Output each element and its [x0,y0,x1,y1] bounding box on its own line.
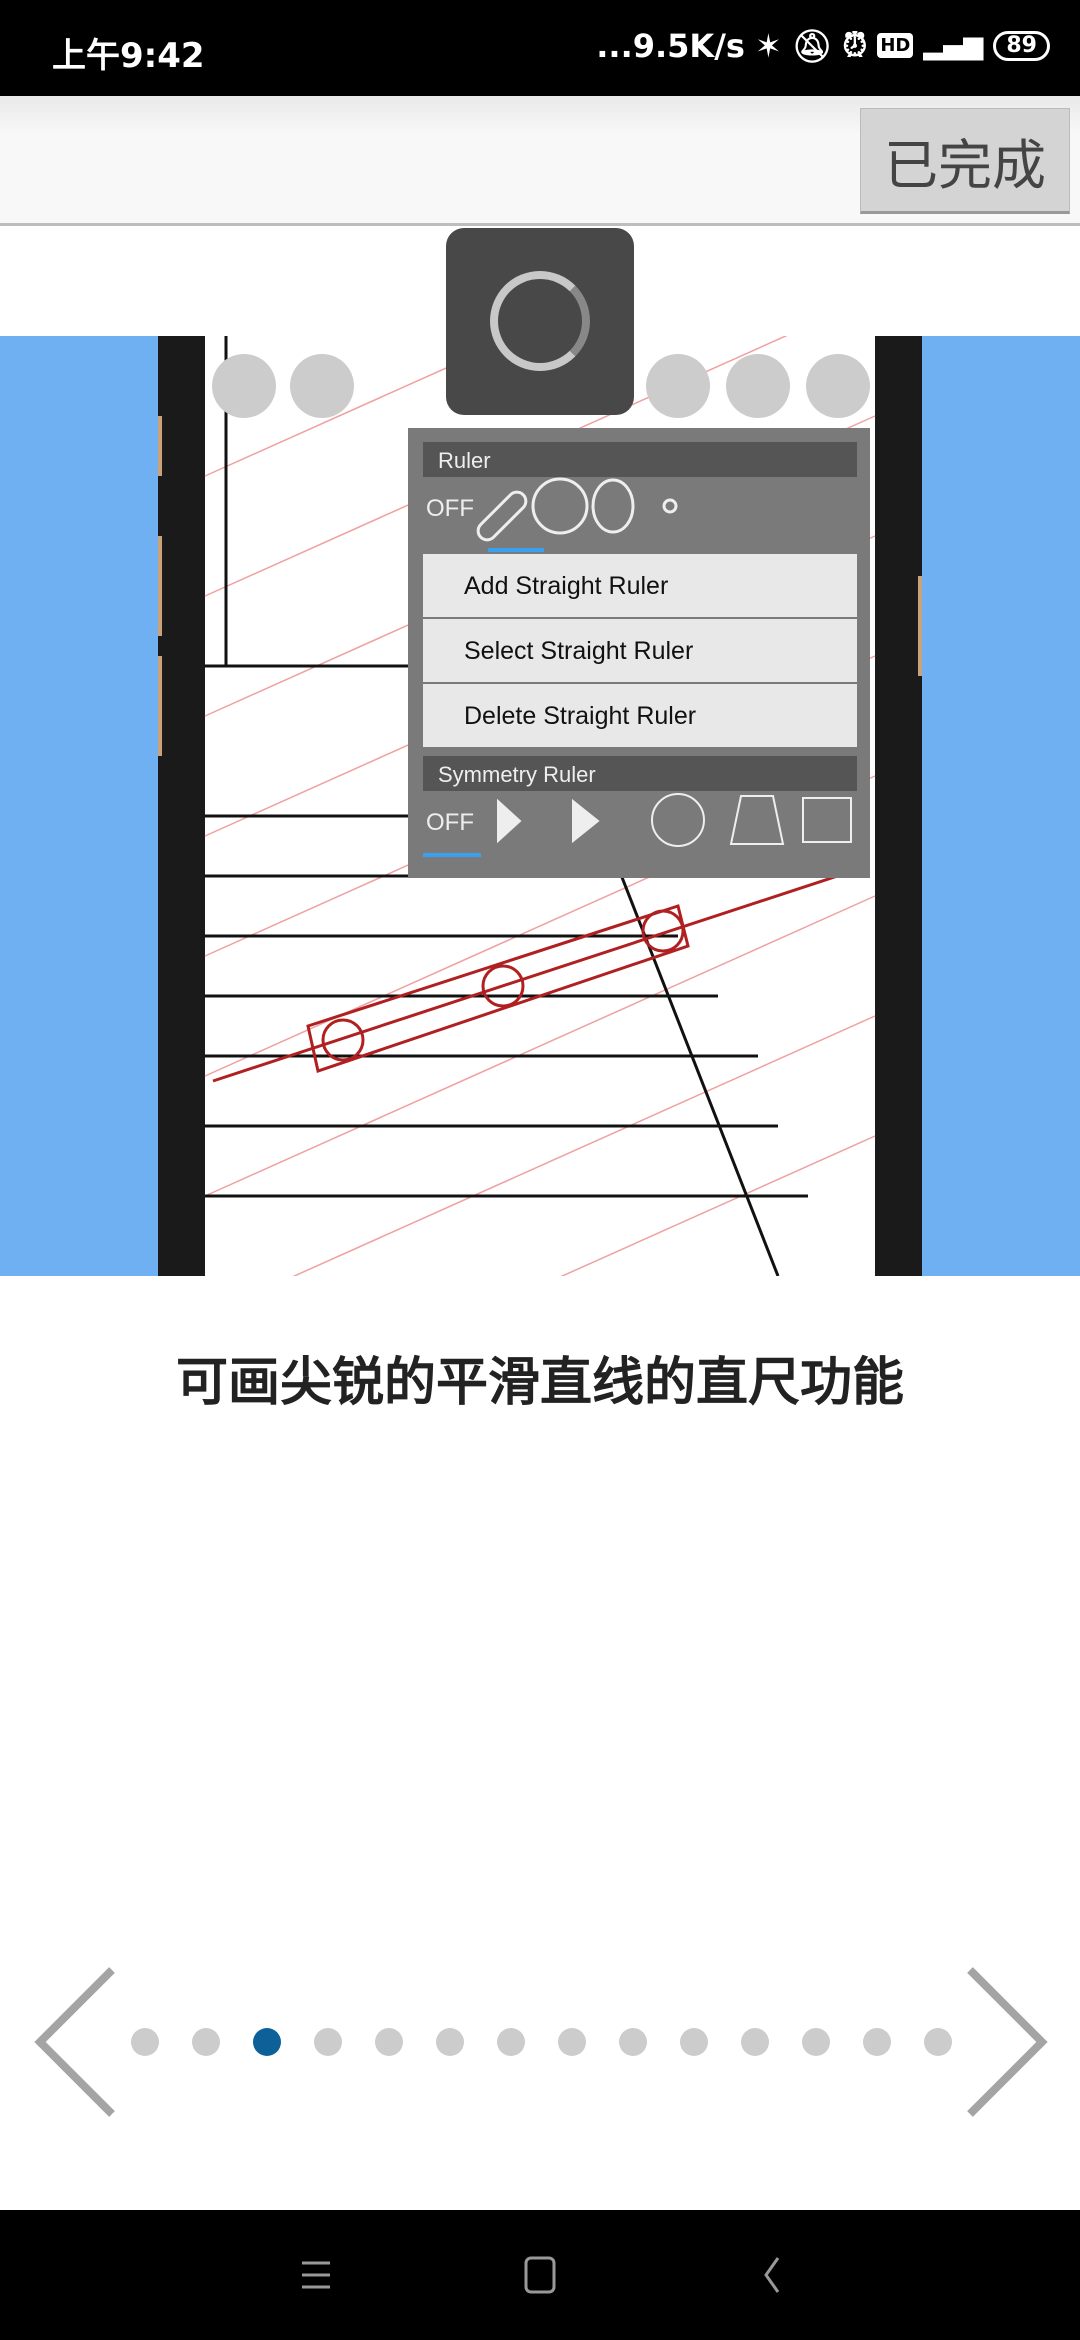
alarm-icon: ⏰︎ [842,26,868,64]
page-dot[interactable] [375,2028,403,2056]
page-dot[interactable] [192,2028,220,2056]
bluetooth-icon: ✶ [754,26,782,65]
page-dot[interactable] [314,2028,342,2056]
back-icon[interactable] [750,2255,790,2295]
status-bar: 上午9:42 ...9.5K/s ✶ 🔕︎ ⏰︎ HD ▂▄▆ 89 [0,0,1080,96]
feature-screenshot: Ruler OFF Add Straight Ruler Select Stra… [152,175,926,1437]
page-indicator [131,2028,952,2056]
menu-item-label: Add Straight Ruler [464,572,668,600]
next-arrow-icon[interactable] [962,1966,1052,2118]
ruler-off-option: OFF [426,495,474,522]
menu-item-label: Select Straight Ruler [464,637,693,665]
ruler-header: Ruler [438,448,491,473]
symmetry-off-option: OFF [426,809,474,836]
system-nav-bar [0,2210,1080,2340]
done-button[interactable]: 已完成 [860,108,1070,214]
symmetry-ruler-header: Symmetry Ruler [438,762,596,787]
page-dot[interactable] [741,2028,769,2056]
page-dot[interactable] [131,2028,159,2056]
page-dot[interactable] [497,2028,525,2056]
loading-spinner [446,228,634,415]
page-dot[interactable] [619,2028,647,2056]
page-dot[interactable] [436,2028,464,2056]
spinner-ring-icon [490,271,590,371]
top-toolbar: 已完成 [0,96,1080,226]
mute-bell-icon: 🔕︎ [791,26,833,65]
signal-4g-icon: ▂▄▆ [923,30,984,61]
network-speed: ...9.5K/s [596,26,745,65]
page-dot[interactable] [802,2028,830,2056]
page-dot[interactable] [863,2028,891,2056]
hd-icon: HD [877,33,914,58]
menu-icon[interactable] [296,2255,336,2295]
feature-caption: 可画尖锐的平滑直线的直尺功能 [175,1353,904,1413]
previous-arrow-icon[interactable] [30,1966,120,2118]
page-dot[interactable] [558,2028,586,2056]
page-dot-active[interactable] [253,2028,281,2056]
battery-indicator: 89 [993,30,1050,61]
page-dot[interactable] [680,2028,708,2056]
home-icon[interactable] [520,2255,560,2295]
status-time: 上午9:42 [52,36,205,76]
page-dot[interactable] [924,2028,952,2056]
menu-item-label: Delete Straight Ruler [464,702,696,730]
